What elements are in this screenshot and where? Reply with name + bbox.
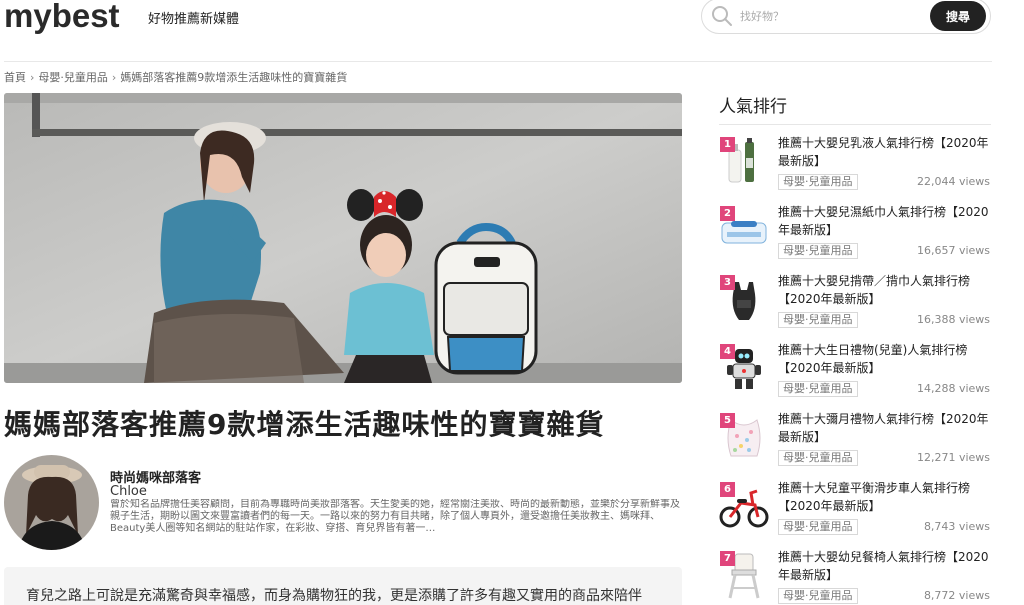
ranking-item-title[interactable]: 推薦十大嬰兒揹帶／揹巾人氣排行榜【2020年最新版】 bbox=[778, 272, 994, 308]
ranking-list: 1 推薦十大嬰兒乳液人氣排行榜【2020年最新版】 母嬰·兒童用品 22,044… bbox=[719, 134, 994, 605]
ranking-item[interactable]: 3 推薦十大嬰兒揹帶／揹巾人氣排行榜【2020年最新版】 母嬰·兒童用品 16,… bbox=[719, 272, 994, 341]
site-tagline: 好物推薦新媒體 bbox=[148, 12, 240, 27]
category-tag[interactable]: 母嬰·兒童用品 bbox=[778, 243, 858, 259]
view-count: 22,044 views bbox=[916, 175, 990, 188]
view-count: 8,743 views bbox=[923, 520, 990, 533]
ranking-item-title[interactable]: 推薦十大兒童平衡滑步車人氣排行榜【2020年最新版】 bbox=[778, 479, 994, 515]
breadcrumb-separator: › bbox=[111, 71, 117, 84]
ranking-title: 人氣排行 bbox=[719, 97, 787, 117]
search-icon bbox=[712, 6, 732, 26]
breadcrumb: 首頁 › 母嬰·兒童用品 › 媽媽部落客推薦9款增添生活趣味性的寶寶雜貨 bbox=[4, 69, 347, 85]
ranking-divider bbox=[719, 124, 991, 125]
category-tag[interactable]: 母嬰·兒童用品 bbox=[778, 174, 858, 190]
ranking-item-title[interactable]: 推薦十大嬰幼兒餐椅人氣排行榜【2020年最新版】 bbox=[778, 548, 994, 584]
search-box: 搜尋 bbox=[701, 0, 991, 34]
category-tag[interactable]: 母嬰·兒童用品 bbox=[778, 312, 858, 328]
breadcrumb-separator: › bbox=[30, 71, 35, 84]
view-count: 8,772 views bbox=[923, 589, 990, 602]
rank-badge: 3 bbox=[720, 275, 735, 290]
breadcrumb-home[interactable]: 首頁 bbox=[4, 71, 26, 84]
author-handle: Chloe bbox=[110, 484, 147, 499]
view-count: 16,657 views bbox=[916, 244, 990, 257]
article-intro: 育兒之路上可說是充滿驚奇與幸福感，而身為購物狂的我，更是添購了許多有趣又實用的商… bbox=[4, 567, 682, 605]
category-tag[interactable]: 母嬰·兒童用品 bbox=[778, 450, 858, 466]
view-count: 12,271 views bbox=[916, 451, 990, 464]
search-button[interactable]: 搜尋 bbox=[930, 1, 986, 31]
ranking-item[interactable]: 5 推薦十大彌月禮物人氣排行榜【2020年最新版】 母嬰·兒童用品 12,271… bbox=[719, 410, 994, 479]
ranking-item-title[interactable]: 推薦十大彌月禮物人氣排行榜【2020年最新版】 bbox=[778, 410, 994, 446]
author-bio: 曾於知名品牌擔任美容顧問，目前為專職時尚美妝部落客。天生愛美的她，經常關注美妝、… bbox=[110, 499, 680, 534]
category-tag[interactable]: 母嬰·兒童用品 bbox=[778, 588, 858, 604]
ranking-item[interactable]: 2 推薦十大嬰兒濕紙巾人氣排行榜【2020年最新版】 母嬰·兒童用品 16,65… bbox=[719, 203, 994, 272]
site-logo[interactable]: mybest bbox=[4, 0, 120, 35]
rank-badge: 4 bbox=[720, 344, 735, 359]
ranking-item[interactable]: 6 推薦十大兒童平衡滑步車人氣排行榜【2020年最新版】 母嬰·兒童用品 8,7… bbox=[719, 479, 994, 548]
ranking-item-title[interactable]: 推薦十大嬰兒乳液人氣排行榜【2020年最新版】 bbox=[778, 134, 994, 170]
rank-badge: 7 bbox=[720, 551, 735, 566]
ranking-item[interactable]: 7 推薦十大嬰幼兒餐椅人氣排行榜【2020年最新版】 母嬰·兒童用品 8,772… bbox=[719, 548, 994, 605]
breadcrumb-category[interactable]: 母嬰·兒童用品 bbox=[38, 71, 108, 84]
author-avatar[interactable] bbox=[4, 455, 99, 550]
search-input[interactable] bbox=[740, 7, 920, 25]
ranking-item[interactable]: 4 推薦十大生日禮物(兒童)人氣排行榜【2020年最新版】 母嬰·兒童用品 14… bbox=[719, 341, 994, 410]
rank-badge: 5 bbox=[720, 413, 735, 428]
hero-photo bbox=[4, 93, 682, 383]
ranking-item-title[interactable]: 推薦十大嬰兒濕紙巾人氣排行榜【2020年最新版】 bbox=[778, 203, 994, 239]
rank-badge: 6 bbox=[720, 482, 735, 497]
ranking-item-title[interactable]: 推薦十大生日禮物(兒童)人氣排行榜【2020年最新版】 bbox=[778, 341, 994, 377]
view-count: 14,288 views bbox=[916, 382, 990, 395]
site-header: mybest 好物推薦新媒體 搜尋 bbox=[0, 0, 1024, 50]
breadcrumb-current: 媽媽部落客推薦9款增添生活趣味性的寶寶雜貨 bbox=[120, 71, 348, 84]
article-title: 媽媽部落客推薦9款增添生活趣味性的寶寶雜貨 bbox=[4, 408, 605, 441]
rank-badge: 2 bbox=[720, 206, 735, 221]
category-tag[interactable]: 母嬰·兒童用品 bbox=[778, 519, 858, 535]
category-tag[interactable]: 母嬰·兒童用品 bbox=[778, 381, 858, 397]
header-divider bbox=[4, 61, 992, 62]
hero-image bbox=[4, 93, 682, 383]
ranking-item[interactable]: 1 推薦十大嬰兒乳液人氣排行榜【2020年最新版】 母嬰·兒童用品 22,044… bbox=[719, 134, 994, 203]
rank-badge: 1 bbox=[720, 137, 735, 152]
view-count: 16,388 views bbox=[916, 313, 990, 326]
intro-text: 育兒之路上可說是充滿驚奇與幸福感，而身為購物狂的我，更是添購了許多有趣又實用的商… bbox=[26, 588, 642, 604]
